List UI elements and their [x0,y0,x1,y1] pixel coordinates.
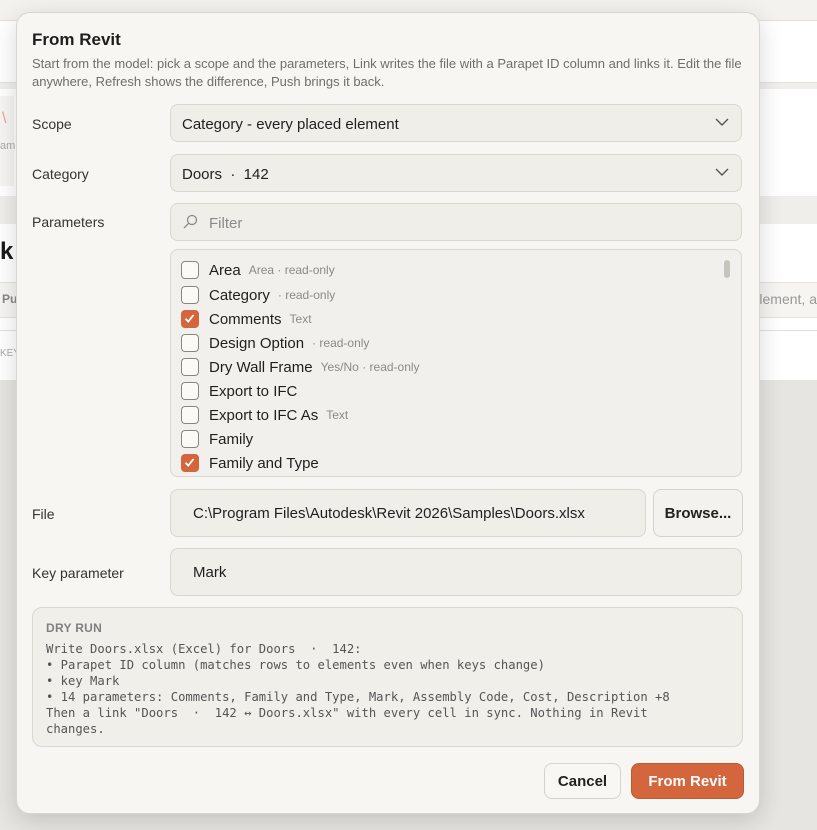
dry-run-panel: DRY RUN Write Doors.xlsx (Excel) for Doo… [32,607,743,747]
checkmark-icon [184,314,195,323]
parameter-name: Family [209,430,254,448]
parameter-name: Design Option [209,334,305,352]
chevron-down-icon [715,168,729,176]
checkbox-checked[interactable] [181,454,199,472]
background-heading-fragment: k [0,238,14,265]
checkbox[interactable] [181,430,199,448]
parameter-item[interactable]: Dry Wall Frame Yes/No · read-only [181,356,420,378]
parameter-item[interactable]: Export to IFC As Text [181,404,348,426]
dialog-description: Start from the model: pick a scope and t… [32,56,742,89]
parameter-meta: Yes/No · read-only [320,360,420,374]
parameter-name: Dry Wall Frame [209,358,313,376]
dry-run-text: Write Doors.xlsx (Excel) for Doors · 142… [46,641,670,737]
checkbox-checked[interactable] [181,310,199,328]
background-logo: \ am [0,96,16,186]
checkbox[interactable] [181,286,199,304]
parameter-meta: Text [289,312,312,326]
dry-run-line: Write Doors.xlsx (Excel) for Doors · 142… [46,642,362,656]
checkbox[interactable] [181,406,199,424]
parameter-meta: · read-only [312,336,370,350]
key-parameter-field[interactable]: Mark [170,548,742,596]
parameter-name: Comments [209,310,282,328]
cancel-button[interactable]: Cancel [544,763,621,799]
search-icon [183,214,198,229]
parameter-name: Category [209,286,270,304]
file-label: File [32,506,55,522]
parameter-item[interactable]: Family [181,428,261,450]
scrollbar-thumb[interactable] [724,260,730,278]
parameter-item[interactable]: Area Area · read-only [181,259,335,281]
checkbox[interactable] [181,334,199,352]
category-value: Doors · 142 [182,166,269,183]
dry-run-line: • key Mark [46,674,120,688]
dry-run-line: • 14 parameters: Comments, Family and Ty… [46,690,670,704]
filter-input[interactable] [207,212,711,234]
checkmark-icon [184,458,195,467]
scope-label: Scope [32,116,72,132]
background-logo-mark-icon: \ [2,110,7,127]
file-path-value: C:\Program Files\Autodesk\Revit 2026\Sam… [193,505,585,522]
key-parameter-value: Mark [193,564,227,581]
from-revit-button[interactable]: From Revit [631,763,744,799]
key-parameter-label: Key parameter [32,565,124,581]
scope-value: Category - every placed element [182,116,399,133]
background-column-fragment: lement, a [759,291,817,307]
dialog-title: From Revit [32,30,121,49]
dry-run-heading: DRY RUN [46,621,103,635]
parameters-label: Parameters [32,214,105,230]
parameter-item[interactable]: Category · read-only [181,284,335,306]
checkbox[interactable] [181,358,199,376]
category-select[interactable]: Doors · 142 [170,154,742,192]
category-label: Category [32,166,89,182]
parameter-item[interactable]: Export to IFC [181,380,305,402]
checkbox[interactable] [181,261,199,279]
dry-run-line: Then a link "Doors · 142 ↔ Doors.xlsx" w… [46,706,648,720]
parameter-meta: Area · read-only [248,263,335,277]
parameter-list[interactable]: Area Area · read-only Category · read-on… [170,249,742,477]
background-logo-text: am [0,140,16,152]
parameter-item[interactable]: Design Option · read-only [181,332,369,354]
parameter-name: Area [209,261,241,279]
parameter-item[interactable]: Comments Text [181,308,312,330]
browse-button[interactable]: Browse... [653,489,743,537]
chevron-down-icon [715,118,729,126]
parameter-name: Export to IFC [209,382,298,400]
parameter-meta: · read-only [277,288,336,302]
parameter-item[interactable]: Family and Type [181,452,327,474]
dry-run-line: • Parapet ID column (matches rows to ele… [46,658,545,672]
from-revit-dialog: From Revit Start from the model: pick a … [16,12,760,814]
file-path-field[interactable]: C:\Program Files\Autodesk\Revit 2026\Sam… [170,489,646,537]
parameter-filter[interactable] [170,203,742,241]
parameter-meta: Text [326,408,349,422]
checkbox[interactable] [181,382,199,400]
scope-select[interactable]: Category - every placed element [170,104,742,142]
parameter-name: Family and Type [209,454,319,472]
dry-run-line: changes. [46,722,105,736]
parameter-name: Export to IFC As [209,406,319,424]
